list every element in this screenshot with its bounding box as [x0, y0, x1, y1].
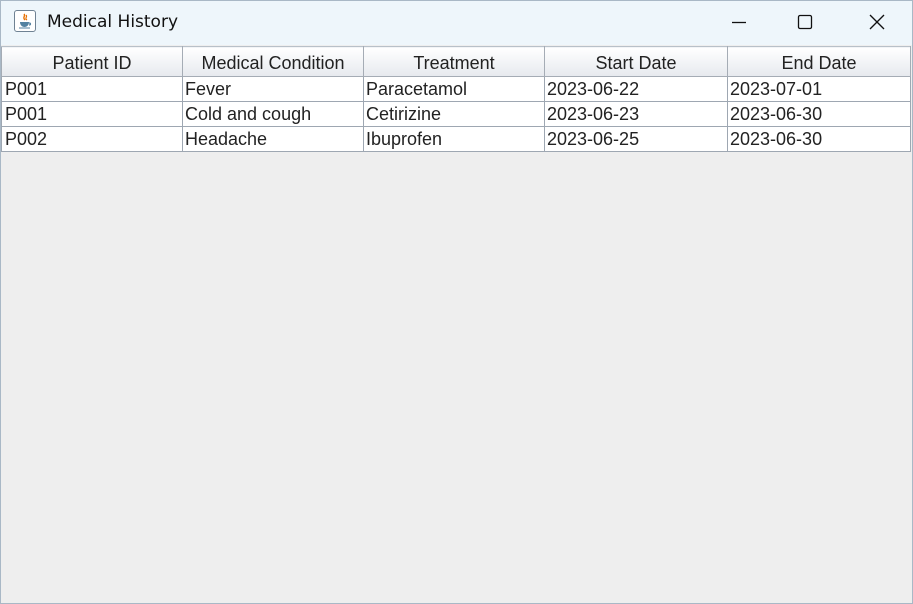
java-cup-icon	[14, 10, 36, 32]
table-row[interactable]: P001 Fever Paracetamol 2023-06-22 2023-0…	[1, 76, 911, 102]
maximize-button[interactable]	[782, 1, 828, 45]
table-cell[interactable]: 2023-07-01	[727, 76, 911, 102]
table-cell[interactable]: P001	[1, 101, 183, 127]
header-row: Patient ID Medical Condition Treatment S…	[1, 46, 911, 77]
close-button[interactable]	[854, 1, 900, 45]
column-header-end-date[interactable]: End Date	[727, 46, 911, 77]
table-cell[interactable]: 2023-06-22	[544, 76, 728, 102]
table-cell[interactable]: 2023-06-25	[544, 126, 728, 152]
table-cell[interactable]: 2023-06-30	[727, 126, 911, 152]
table-row[interactable]: P002 Headache Ibuprofen 2023-06-25 2023-…	[1, 126, 911, 152]
window-title: Medical History	[47, 12, 179, 32]
table-cell[interactable]: P002	[1, 126, 183, 152]
table-cell[interactable]: P001	[1, 76, 183, 102]
column-header-patient-id[interactable]: Patient ID	[1, 46, 183, 77]
table-row[interactable]: P001 Cold and cough Cetirizine 2023-06-2…	[1, 101, 911, 127]
table-cell[interactable]: Cetirizine	[363, 101, 545, 127]
table-cell[interactable]: Cold and cough	[182, 101, 364, 127]
medical-history-window: Medical History Patient ID Medical Condi…	[0, 0, 913, 604]
column-header-treatment[interactable]: Treatment	[363, 46, 545, 77]
minimize-button[interactable]	[716, 1, 762, 45]
table-cell[interactable]: Fever	[182, 76, 364, 102]
column-header-start-date[interactable]: Start Date	[544, 46, 728, 77]
minimize-icon	[732, 21, 746, 24]
table-cell[interactable]: Ibuprofen	[363, 126, 545, 152]
table-cell[interactable]: 2023-06-30	[727, 101, 911, 127]
table-cell[interactable]: Headache	[182, 126, 364, 152]
table-cell[interactable]: Paracetamol	[363, 76, 545, 102]
medical-history-table: Patient ID Medical Condition Treatment S…	[1, 46, 911, 152]
table-body: P001 Fever Paracetamol 2023-06-22 2023-0…	[1, 76, 911, 152]
column-header-medical-condition[interactable]: Medical Condition	[182, 46, 364, 77]
close-icon	[869, 14, 885, 30]
maximize-icon	[797, 14, 813, 30]
table-cell[interactable]: 2023-06-23	[544, 101, 728, 127]
title-bar[interactable]: Medical History	[1, 1, 912, 45]
medical-history-table-area: Patient ID Medical Condition Treatment S…	[1, 46, 912, 152]
table-header: Patient ID Medical Condition Treatment S…	[1, 46, 911, 77]
